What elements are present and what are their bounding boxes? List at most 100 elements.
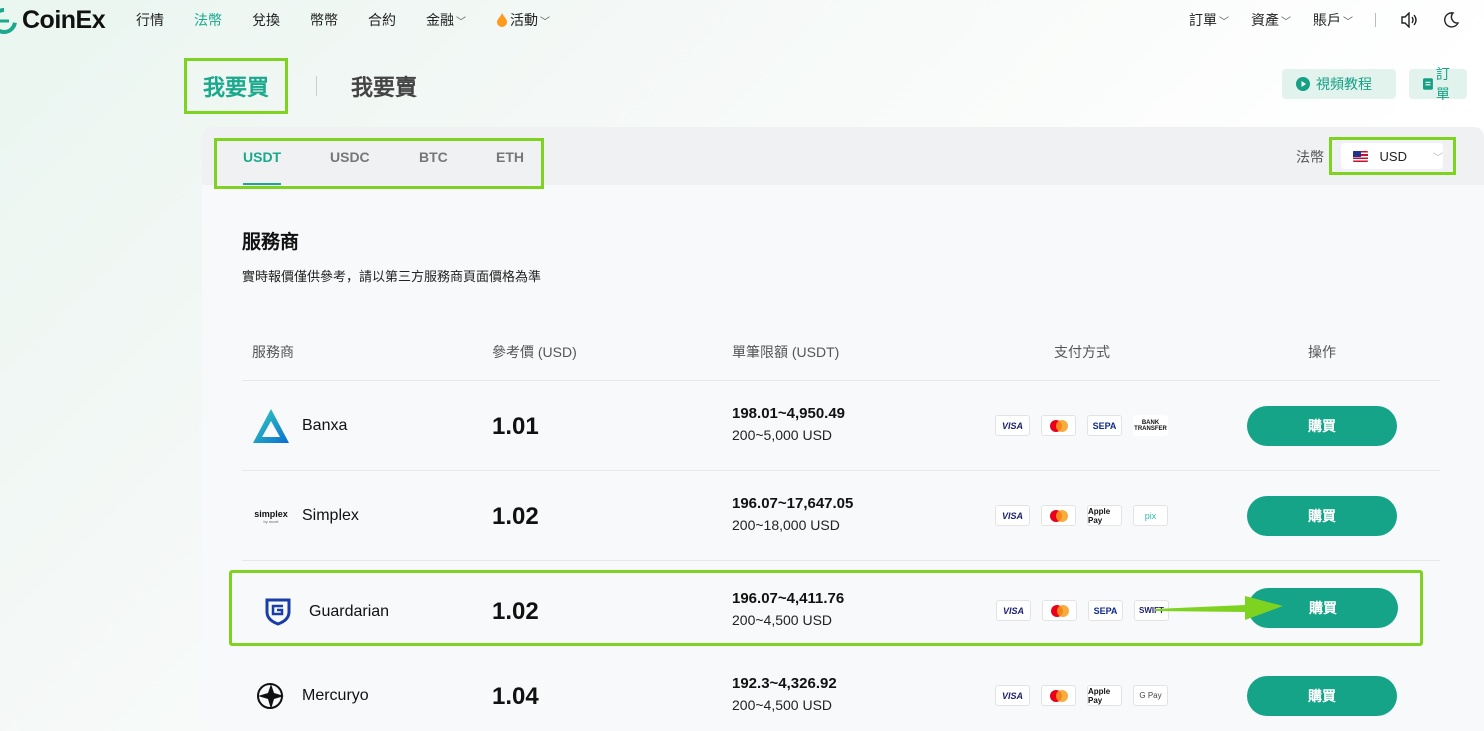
chevron-down-icon: ﹀ bbox=[540, 16, 550, 28]
apple-pay-icon: Apple Pay bbox=[1087, 505, 1122, 526]
payment-methods: VISA SEPA SWIFT bbox=[996, 600, 1169, 621]
mastercard-icon bbox=[1042, 600, 1077, 621]
provider-name: Mercuryo bbox=[302, 687, 369, 704]
chevron-down-icon: ﹀ bbox=[456, 16, 466, 28]
buy-button[interactable]: 購買 bbox=[1247, 496, 1397, 536]
visa-icon: VISA bbox=[995, 415, 1030, 436]
nav-swap-label: 兌換 bbox=[252, 12, 280, 28]
limit-crypto: 192.3~4,326.92 bbox=[732, 675, 837, 692]
limit-cell: 192.3~4,326.92 200~4,500 USD bbox=[732, 675, 837, 713]
reference-price: 1.04 bbox=[492, 683, 539, 710]
tab-eth[interactable]: ETH bbox=[496, 141, 524, 165]
play-icon bbox=[1296, 77, 1310, 91]
buy-button[interactable]: 購買 bbox=[1247, 676, 1397, 716]
orders-button[interactable]: 訂單 bbox=[1409, 66, 1467, 102]
nav-fiat[interactable]: 法幣 bbox=[194, 10, 222, 30]
buy-button[interactable]: 購買 bbox=[1248, 588, 1398, 628]
tab-buy[interactable]: 我要買 bbox=[184, 58, 288, 114]
chevron-down-icon: ﹀ bbox=[1433, 152, 1443, 164]
provider-cell: Guardarian bbox=[259, 593, 389, 631]
fire-icon bbox=[497, 13, 507, 27]
th-price: 參考價 (USD) bbox=[492, 344, 577, 360]
swift-icon: SWIFT bbox=[1134, 600, 1169, 621]
nav-orders[interactable]: 訂單 ﹀ bbox=[1189, 10, 1229, 30]
document-icon bbox=[1423, 78, 1433, 90]
nav-futures-label: 合約 bbox=[368, 12, 396, 28]
visa-icon: VISA bbox=[996, 600, 1031, 621]
provider-name: Guardarian bbox=[309, 603, 390, 620]
banxa-logo-icon bbox=[252, 407, 290, 445]
apple-pay-icon: Apple Pay bbox=[1087, 685, 1122, 706]
video-tutorial-button[interactable]: 視頻教程 bbox=[1282, 69, 1396, 99]
simplex-logo-subtext: by nuvei bbox=[263, 518, 279, 524]
simplex-logo-icon: simplex by nuvei bbox=[252, 497, 290, 535]
video-tutorial-label: 視頻教程 bbox=[1316, 76, 1372, 92]
provider-cell: simplex by nuvei Simplex bbox=[252, 497, 359, 535]
table-header: 服務商 參考價 (USD) 單筆限額 (USDT) 支付方式 操作 bbox=[242, 333, 1440, 381]
th-provider: 服務商 bbox=[252, 344, 294, 360]
mastercard-icon bbox=[1041, 415, 1076, 436]
google-pay-icon: G Pay bbox=[1133, 685, 1168, 706]
nav-futures[interactable]: 合約 bbox=[368, 10, 396, 30]
mode-divider bbox=[316, 76, 317, 96]
nav-market-label: 行情 bbox=[136, 12, 164, 28]
main-nav: 行情 法幣 兌換 幣幣 合約 金融 ﹀ 活動 ﹀ bbox=[136, 10, 580, 30]
tab-sell[interactable]: 我要賣 bbox=[351, 70, 417, 102]
reference-price: 1.02 bbox=[492, 598, 539, 625]
limit-crypto: 198.01~4,950.49 bbox=[732, 405, 846, 422]
provider-name: Simplex bbox=[302, 507, 359, 524]
moon-icon[interactable] bbox=[1442, 11, 1460, 29]
nav-swap[interactable]: 兌換 bbox=[252, 10, 280, 30]
nav-account[interactable]: 賬戶 ﹀ bbox=[1313, 10, 1353, 30]
mastercard-icon bbox=[1041, 505, 1076, 526]
payment-methods: VISA Apple Pay pix bbox=[995, 505, 1168, 526]
nav-market[interactable]: 行情 bbox=[136, 10, 164, 30]
limit-fiat: 200~4,500 USD bbox=[732, 697, 833, 713]
limit-fiat: 200~4,500 USD bbox=[732, 612, 833, 628]
nav-assets[interactable]: 資產 ﹀ bbox=[1251, 10, 1291, 30]
payment-methods: VISA Apple Pay G Pay bbox=[995, 685, 1168, 706]
nav-finance-label: 金融 bbox=[426, 12, 454, 28]
limit-cell: 196.07~17,647.05 200~18,000 USD bbox=[732, 495, 853, 533]
mercuryo-logo-icon bbox=[252, 677, 290, 715]
nav-spot-label: 幣幣 bbox=[310, 12, 338, 28]
payment-methods: VISA SEPA BANK TRANSFER bbox=[995, 415, 1168, 436]
table-row: Guardarian 1.02 196.07~4,411.76 200~4,50… bbox=[229, 570, 1423, 646]
section-title: 服務商 bbox=[242, 232, 300, 253]
coinex-logo-icon bbox=[0, 7, 18, 34]
nav-finance[interactable]: 金融 ﹀ bbox=[426, 10, 466, 30]
orders-label: 訂單 bbox=[1435, 66, 1450, 102]
visa-icon: VISA bbox=[995, 505, 1030, 526]
th-payment: 支付方式 bbox=[1054, 344, 1110, 360]
speaker-icon[interactable] bbox=[1400, 11, 1418, 29]
sepa-icon: SEPA bbox=[1087, 415, 1122, 436]
tab-btc[interactable]: BTC bbox=[419, 141, 448, 165]
nav-spot[interactable]: 幣幣 bbox=[310, 10, 338, 30]
us-flag-icon bbox=[1353, 150, 1368, 162]
brand-name: CoinEx bbox=[22, 6, 106, 34]
panel-header: USDT USDC BTC ETH 法幣 USD ﹀ bbox=[202, 127, 1484, 189]
pix-icon: pix bbox=[1133, 505, 1168, 526]
provider-name: Banxa bbox=[302, 417, 348, 434]
sepa-icon: SEPA bbox=[1088, 600, 1123, 621]
coin-tabs: USDT USDC BTC ETH bbox=[214, 138, 544, 189]
table-row: Mercuryo 1.04 192.3~4,326.92 200~4,500 U… bbox=[242, 651, 1440, 731]
coinex-logo[interactable]: CoinEx bbox=[0, 6, 106, 35]
reference-price: 1.02 bbox=[492, 503, 539, 530]
tab-usdc[interactable]: USDC bbox=[330, 141, 370, 165]
simplex-logo-text: simplex bbox=[254, 508, 288, 519]
nav-divider bbox=[1375, 13, 1376, 27]
th-action: 操作 bbox=[1308, 344, 1336, 360]
visa-icon: VISA bbox=[995, 685, 1030, 706]
tab-usdt[interactable]: USDT bbox=[243, 141, 282, 185]
guardarian-logo-icon bbox=[259, 593, 297, 631]
section-subtitle: 實時報價僅供參考，請以第三方服務商頁面價格為準 bbox=[242, 269, 542, 284]
limit-fiat: 200~18,000 USD bbox=[732, 517, 840, 533]
fiat-label: 法幣 bbox=[1296, 149, 1324, 165]
fiat-currency-select[interactable]: USD ﹀ bbox=[1329, 137, 1456, 175]
limit-cell: 198.01~4,950.49 200~5,000 USD bbox=[732, 405, 845, 443]
limit-crypto: 196.07~17,647.05 bbox=[732, 495, 854, 512]
nav-events[interactable]: 活動 ﹀ bbox=[496, 10, 550, 30]
reference-price: 1.01 bbox=[492, 413, 539, 440]
buy-button[interactable]: 購買 bbox=[1247, 406, 1397, 446]
